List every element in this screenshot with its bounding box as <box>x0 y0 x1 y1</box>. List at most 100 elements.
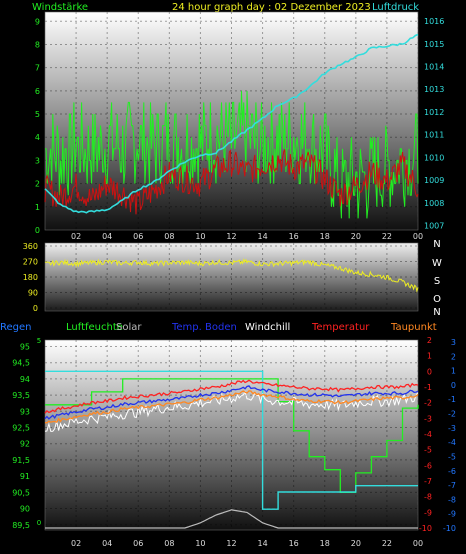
humidity-tick-label: 94 <box>20 375 30 384</box>
compass-letter: O <box>433 294 441 305</box>
wind-tick-label: 3 <box>35 156 40 165</box>
wind-x-tick-label: 00 <box>413 232 423 241</box>
legend-taupunkt: Taupunkt <box>390 322 437 333</box>
legend-temperatur: Temperatur <box>311 322 370 333</box>
weather-graph: Windstärke 24 hour graph day : 02 Dezemb… <box>0 2 456 548</box>
temperature-tick-label: -4 <box>424 430 432 439</box>
legend-solar: Solar <box>116 322 142 333</box>
pressure-tick-label: 1015 <box>424 40 444 49</box>
temp-x-tick-label: 04 <box>102 539 112 548</box>
humidity-tick-label: 93 <box>20 407 30 416</box>
humidity-tick-label: 89,5 <box>12 521 30 530</box>
direction-tick-label: 0 <box>33 304 38 313</box>
temperature-tick-label: 0 <box>427 367 432 376</box>
wind-x-tick-label: 12 <box>226 232 236 241</box>
solar-tick-label: 5 <box>37 337 41 345</box>
direction-tick-label: 90 <box>28 289 38 298</box>
wind-x-tick-label: 22 <box>382 232 392 241</box>
pressure-tick-label: 1009 <box>424 176 444 185</box>
temperature-tick-label: -8 <box>424 493 432 502</box>
wind-tick-label: 1 <box>35 203 40 212</box>
wind-tick-label: 8 <box>35 40 40 49</box>
temp-x-tick-label: 02 <box>71 539 81 548</box>
pressure-tick-label: 1008 <box>424 199 444 208</box>
regen-tick-label: 3 <box>451 338 456 347</box>
humidity-tick-label: 91,5 <box>12 456 30 465</box>
temp-x-tick-label: 14 <box>257 539 267 548</box>
temp-x-tick-label: 20 <box>351 539 361 548</box>
wind-tick-label: 0 <box>35 226 40 235</box>
header-left-label: Windstärke <box>32 2 88 13</box>
pressure-tick-label: 1013 <box>424 85 444 94</box>
temp-x-tick-label: 08 <box>164 539 174 548</box>
temperature-tick-label: -9 <box>424 508 432 517</box>
solar-tick-label: 0 <box>37 519 41 527</box>
temperature-tick-label: -1 <box>424 383 432 392</box>
regen-tick-label: 1 <box>451 367 456 376</box>
compass-letter: S <box>434 276 440 287</box>
humidity-tick-label: 90,5 <box>12 488 30 497</box>
header-right-label: Luftdruck <box>372 2 419 13</box>
temperature-tick-label: -3 <box>424 414 432 423</box>
compass-letter: N <box>433 239 440 250</box>
regen-tick-label: 2 <box>451 352 456 361</box>
regen-tick-label: -7 <box>448 481 456 490</box>
wind-x-tick-label: 08 <box>164 232 174 241</box>
legend-temp-boden: Temp. Boden <box>171 322 237 333</box>
temp-x-tick-label: 18 <box>320 539 330 548</box>
regen-tick-label: -6 <box>448 467 456 476</box>
compass-letter: N <box>433 307 440 318</box>
temperature-tick-label: -10 <box>419 524 432 533</box>
humidity-tick-label: 90 <box>20 505 30 514</box>
legend-windchill: Windchill <box>245 322 290 333</box>
wind-x-tick-label: 04 <box>102 232 112 241</box>
direction-tick-label: 360 <box>23 242 38 251</box>
pressure-tick-label: 1014 <box>424 63 444 72</box>
wind-tick-label: 7 <box>35 64 40 73</box>
temp-x-tick-label: 10 <box>195 539 205 548</box>
temp-x-tick-label: 22 <box>382 539 392 548</box>
compass-letter: W <box>432 258 442 269</box>
temperature-tick-label: 2 <box>427 336 432 345</box>
temperature-tick-label: 1 <box>427 352 432 361</box>
regen-tick-label: -9 <box>448 510 456 519</box>
regen-tick-label: -8 <box>448 495 456 504</box>
temperature-tick-label: -7 <box>424 477 432 486</box>
regen-tick-label: -3 <box>448 424 456 433</box>
wind-x-tick-label: 18 <box>320 232 330 241</box>
wind-x-tick-label: 10 <box>195 232 205 241</box>
wind-tick-label: 2 <box>35 180 40 189</box>
pressure-tick-label: 1011 <box>424 131 444 140</box>
temperature-tick-label: -5 <box>424 446 432 455</box>
wind-tick-label: 4 <box>35 133 40 142</box>
legend-regen: Regen <box>0 322 32 333</box>
humidity-tick-label: 91 <box>20 472 30 481</box>
wind-x-tick-label: 02 <box>71 232 81 241</box>
direction-tick-label: 270 <box>23 258 38 267</box>
wind-x-tick-label: 16 <box>289 232 299 241</box>
pressure-tick-label: 1010 <box>424 153 444 162</box>
humidity-tick-label: 92,5 <box>12 424 30 433</box>
wind-x-tick-label: 14 <box>257 232 267 241</box>
wind-tick-label: 6 <box>35 87 40 96</box>
wind-x-tick-label: 20 <box>351 232 361 241</box>
temperature-tick-label: -6 <box>424 461 432 470</box>
regen-tick-label: -5 <box>448 452 456 461</box>
pressure-tick-label: 1012 <box>424 108 444 117</box>
humidity-tick-label: 92 <box>20 440 30 449</box>
wind-tick-label: 9 <box>35 17 40 26</box>
temp-x-tick-label: 12 <box>226 539 236 548</box>
pressure-tick-label: 1016 <box>424 17 444 26</box>
wind-tick-label: 5 <box>35 110 40 119</box>
regen-tick-label: -1 <box>448 395 456 404</box>
humidity-tick-label: 94,5 <box>12 359 30 368</box>
direction-tick-label: 180 <box>23 273 38 282</box>
humidity-tick-label: 93,5 <box>12 391 30 400</box>
temp-x-tick-label: 00 <box>413 539 423 548</box>
regen-tick-label: -2 <box>448 410 456 419</box>
temp-x-tick-label: 06 <box>133 539 143 548</box>
wind-x-tick-label: 06 <box>133 232 143 241</box>
legend-luftfeuchte: Luftfeuchte <box>66 322 123 333</box>
regen-tick-label: 0 <box>451 381 456 390</box>
humidity-tick-label: 95 <box>20 342 30 351</box>
